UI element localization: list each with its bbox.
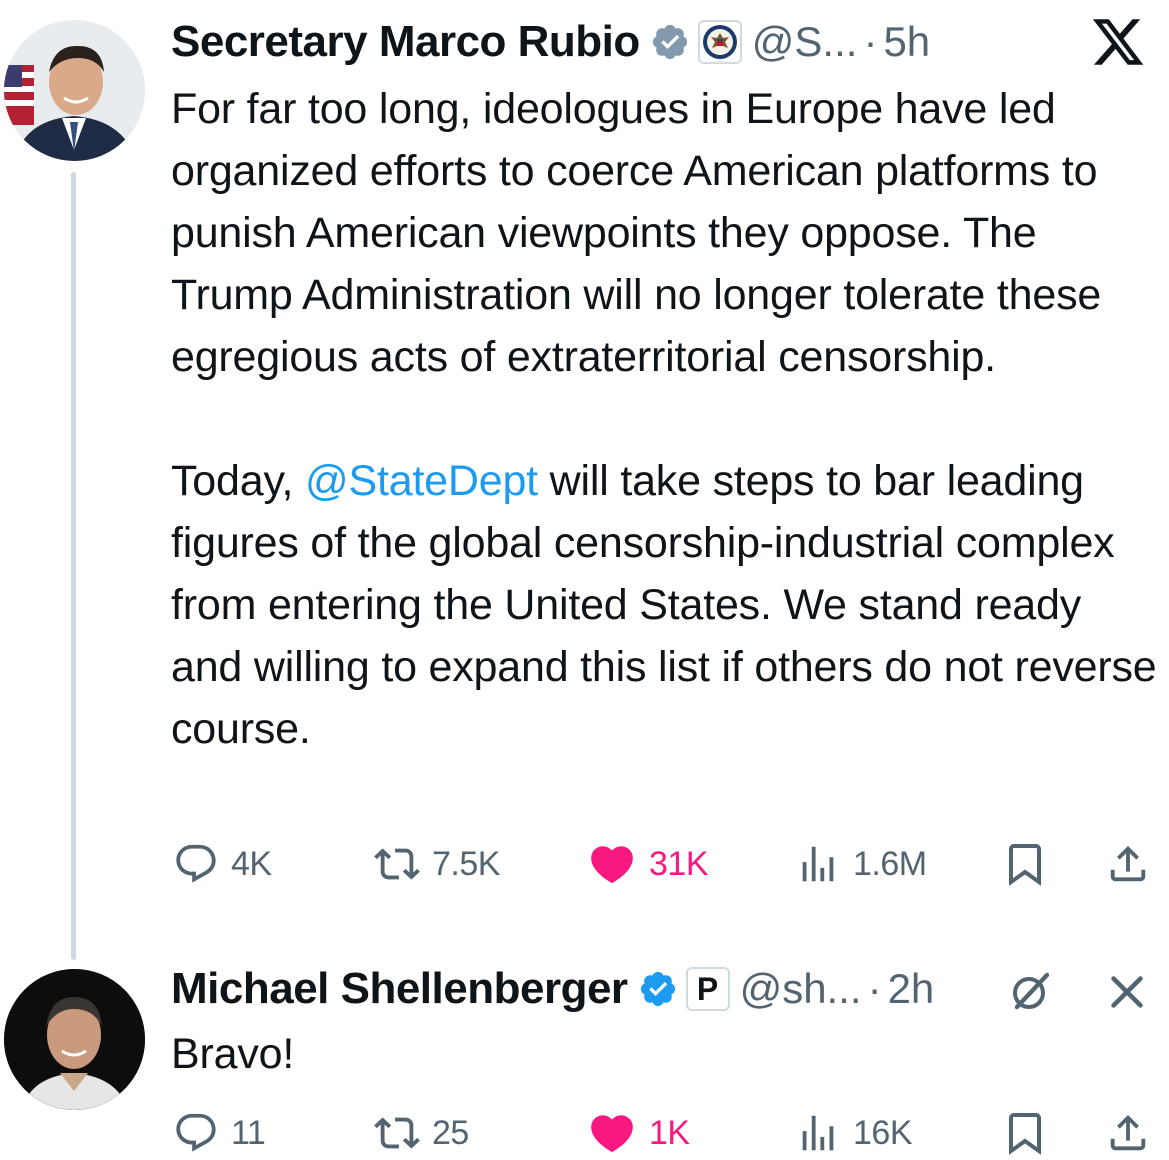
tweet-shellenberger[interactable]: Michael Shellenberger P @sh... · 2h Brav… [0, 955, 1169, 1160]
share-icon [1110, 845, 1146, 882]
separator-dot: · [863, 18, 878, 65]
mention-link[interactable]: @StateDept [305, 457, 538, 505]
views-button[interactable]: 1.6M [795, 834, 927, 894]
thread-line [71, 172, 76, 960]
grok-icon[interactable] [1007, 967, 1055, 1020]
share-button[interactable] [1105, 834, 1151, 894]
repost-button[interactable]: 25 [374, 1103, 469, 1160]
repost-count: 25 [432, 1113, 469, 1152]
tweet-actions: 4K 7.5K 31K 1.6M [171, 834, 1161, 894]
like-button[interactable]: 31K [587, 834, 709, 894]
views-icon [802, 846, 834, 882]
views-button[interactable]: 16K [795, 1103, 913, 1160]
timestamp[interactable]: 5h [883, 18, 930, 66]
tweet-paragraph-2: Today, @StateDept will take steps to bar… [171, 450, 1161, 760]
close-icon[interactable] [1104, 969, 1150, 1020]
reply-button[interactable]: 11 [173, 1103, 266, 1160]
tweet-paragraph-1: For far too long, ideologues in Europe h… [171, 85, 1102, 381]
bookmark-icon [1009, 1113, 1041, 1155]
tweet-header: Secretary Marco Rubio @S... · 5h [171, 12, 930, 72]
like-count: 31K [649, 844, 709, 883]
views-count: 1.6M [853, 844, 927, 883]
separator-dot: · [867, 965, 882, 1012]
like-count: 1K [649, 1113, 690, 1152]
like-button[interactable]: 1K [587, 1103, 690, 1160]
verified-badge-icon[interactable] [650, 22, 690, 62]
heart-icon [591, 846, 633, 884]
author-handle[interactable]: @sh... [740, 965, 862, 1013]
state-dept-seal-icon[interactable] [697, 20, 742, 64]
x-logo-icon[interactable] [1090, 14, 1146, 70]
bookmark-button[interactable] [1001, 834, 1049, 894]
reply-icon [176, 844, 216, 883]
tweet-text: Bravo! [171, 1030, 295, 1078]
bookmark-button[interactable] [1001, 1103, 1049, 1160]
paragraph-2-start: Today, [171, 457, 306, 505]
avatar-shellenberger[interactable] [4, 969, 145, 1110]
tweet-actions: 11 25 1K 16K [171, 1103, 1161, 1160]
repost-icon [374, 848, 420, 880]
affiliate-badge[interactable]: P [685, 967, 730, 1011]
repost-button[interactable]: 7.5K [374, 834, 500, 894]
heart-icon [591, 1115, 633, 1153]
share-button[interactable] [1105, 1103, 1151, 1160]
repost-icon [374, 1117, 420, 1149]
author-handle[interactable]: @S... [752, 18, 858, 66]
verified-badge-icon[interactable] [638, 969, 678, 1009]
reply-count: 11 [231, 1113, 266, 1152]
repost-count: 7.5K [432, 844, 500, 883]
views-icon [802, 1115, 834, 1151]
reply-button[interactable]: 4K [173, 834, 272, 894]
tweet-text: For far too long, ideologues in Europe h… [171, 78, 1161, 760]
author-name[interactable]: Secretary Marco Rubio [171, 17, 640, 67]
tweet-header: Michael Shellenberger P @sh... · 2h [171, 959, 934, 1019]
timestamp[interactable]: 2h [888, 965, 935, 1013]
share-icon [1110, 1114, 1146, 1151]
author-name[interactable]: Michael Shellenberger [171, 964, 628, 1014]
bookmark-icon [1009, 844, 1041, 886]
reply-icon [176, 1113, 216, 1152]
avatar-rubio[interactable] [4, 20, 145, 161]
tweet-rubio[interactable]: Secretary Marco Rubio @S... · 5h For far… [0, 0, 1169, 960]
reply-count: 4K [231, 844, 272, 883]
views-count: 16K [853, 1113, 913, 1152]
